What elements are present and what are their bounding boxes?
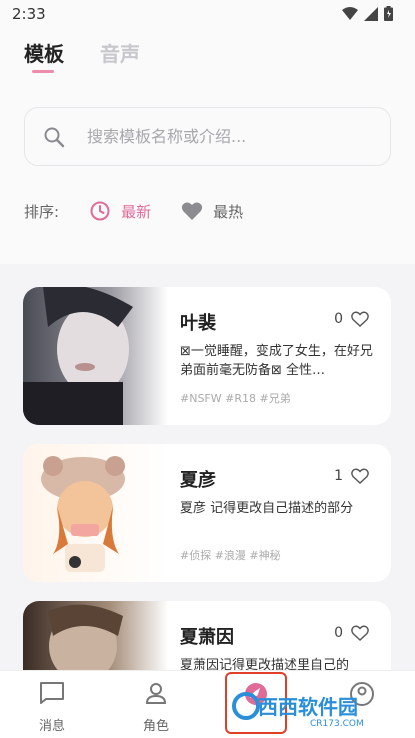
like-control[interactable]: 0 [334,625,369,641]
character-image [23,287,168,425]
tab-templates[interactable]: 模板 [24,38,64,73]
template-card[interactable]: 夏彦 1 夏彦 记得更改自己描述的部分 #侦探 #浪漫 #神秘 [23,444,391,582]
card-description: ⊠一觉睡醒，变成了女生，在好兄弟面前毫无防备⊠ 全性… [180,344,373,378]
card-tags: #侦探 #浪漫 #神秘 [180,549,281,562]
clock-icon [90,201,110,221]
like-count: 1 [334,468,343,484]
card-tags: #NSFW #R18 #兄弟 [180,392,291,405]
battery-icon [384,6,393,21]
watermark-logo: 西西软件园 CR173.COM [232,692,364,728]
sort-bar: 排序: 最新 最热 [24,200,243,222]
nav-characters-label: 角色 [142,719,169,734]
heart-outline-icon [351,468,369,484]
heart-outline-icon [351,625,369,641]
sort-newest-option[interactable]: 最新 [89,200,151,222]
wifi-icon [342,6,358,20]
sort-newest-label: 最新 [121,202,152,221]
card-title: 夏彦 [180,470,216,491]
svg-text:西西软件园: 西西软件园 [258,695,358,719]
card-description: 夏彦 记得更改自己描述的部分 [180,501,354,516]
nav-messages-label: 消息 [38,719,65,734]
like-count: 0 [334,311,343,327]
status-time: 2:33 [12,5,46,23]
status-icons [342,6,393,21]
like-control[interactable]: 1 [334,468,369,484]
card-title: 叶裴 [180,313,216,334]
heart-outline-icon [351,311,369,327]
nav-messages[interactable]: 消息 [12,681,92,734]
sort-hottest-label: 最热 [213,202,244,221]
tab-templates-label: 模板 [24,42,64,66]
message-icon [40,682,64,704]
active-tab-indicator [32,70,54,73]
search-box[interactable] [24,107,391,166]
like-control[interactable]: 0 [334,311,369,327]
search-input[interactable] [87,127,347,146]
card-title: 夏萧因 [180,627,234,648]
template-card[interactable]: 叶裴 0 ⊠一觉睡醒，变成了女生，在好兄弟面前毫无防备⊠ 全性… #NSFW #… [23,287,391,425]
person-icon [145,683,167,704]
heart-icon [181,202,203,220]
tab-bar: 模板 音声 [24,38,140,73]
tab-voice[interactable]: 音声 [100,38,140,67]
tab-voice-label: 音声 [100,42,140,66]
status-bar: 2:33 [0,0,415,30]
like-count: 0 [334,625,343,641]
signal-icon [364,6,378,21]
sort-label: 排序: [24,202,60,221]
search-icon [44,127,65,147]
svg-text:CR173.COM: CR173.COM [310,719,364,728]
sort-hottest-option[interactable]: 最热 [181,201,243,222]
nav-characters[interactable]: 角色 [116,681,196,734]
character-image [23,444,168,582]
